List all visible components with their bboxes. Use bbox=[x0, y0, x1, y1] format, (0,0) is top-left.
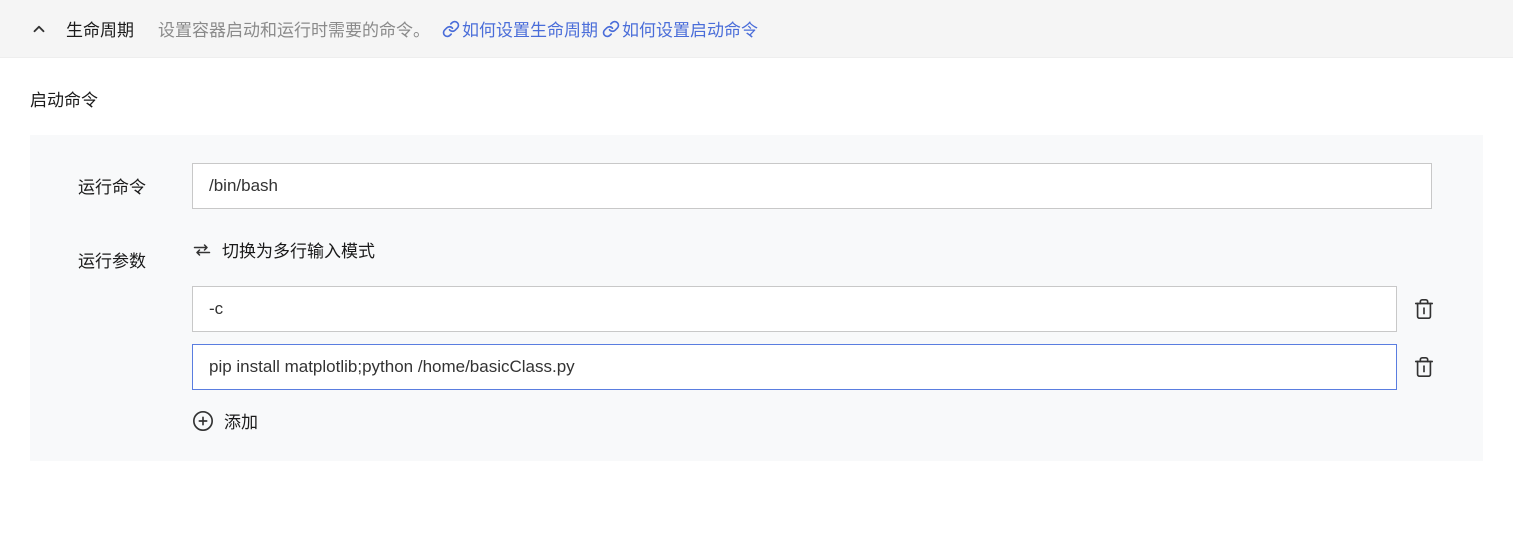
param-input-1[interactable] bbox=[192, 344, 1397, 390]
panel-title: 生命周期 bbox=[66, 16, 134, 41]
plus-circle-icon bbox=[192, 410, 214, 432]
trash-icon bbox=[1413, 297, 1435, 321]
delete-param-button[interactable] bbox=[1413, 297, 1435, 321]
form-row-params: 运行参数 切换为多行输入模式 bbox=[78, 237, 1435, 433]
link-icon bbox=[442, 20, 460, 38]
param-row bbox=[192, 286, 1435, 332]
toggle-mode-button[interactable]: 切换为多行输入模式 bbox=[192, 237, 1435, 262]
chevron-up-icon[interactable] bbox=[30, 20, 48, 38]
trash-icon bbox=[1413, 355, 1435, 379]
panel-header: 生命周期 设置容器启动和运行时需要的命令。 如何设置生命周期 如何设置启动命令 bbox=[0, 0, 1513, 58]
params-label: 运行参数 bbox=[78, 237, 192, 272]
form-container: 运行命令 运行参数 切换为多行输入模式 bbox=[30, 135, 1483, 461]
help-link-label: 如何设置启动命令 bbox=[622, 16, 758, 41]
param-input-0[interactable] bbox=[192, 286, 1397, 332]
params-value-wrapper: 切换为多行输入模式 bbox=[192, 237, 1435, 433]
toggle-mode-label: 切换为多行输入模式 bbox=[222, 237, 375, 262]
help-link-startup[interactable]: 如何设置启动命令 bbox=[602, 16, 758, 41]
section-title: 启动命令 bbox=[30, 86, 1483, 111]
add-param-label: 添加 bbox=[224, 408, 258, 433]
command-label: 运行命令 bbox=[78, 163, 192, 198]
help-link-lifecycle[interactable]: 如何设置生命周期 bbox=[442, 16, 598, 41]
panel-description: 设置容器启动和运行时需要的命令。 bbox=[158, 16, 430, 41]
form-row-command: 运行命令 bbox=[78, 163, 1435, 209]
help-link-label: 如何设置生命周期 bbox=[462, 16, 598, 41]
help-links: 如何设置生命周期 如何设置启动命令 bbox=[442, 16, 758, 41]
param-row bbox=[192, 344, 1435, 390]
link-icon bbox=[602, 20, 620, 38]
swap-icon bbox=[192, 243, 212, 257]
add-param-button[interactable]: 添加 bbox=[192, 408, 1435, 433]
command-input[interactable] bbox=[192, 163, 1432, 209]
command-value-wrapper bbox=[192, 163, 1435, 209]
delete-param-button[interactable] bbox=[1413, 355, 1435, 379]
content-area: 启动命令 运行命令 运行参数 切换为多行输入模式 bbox=[0, 58, 1513, 491]
